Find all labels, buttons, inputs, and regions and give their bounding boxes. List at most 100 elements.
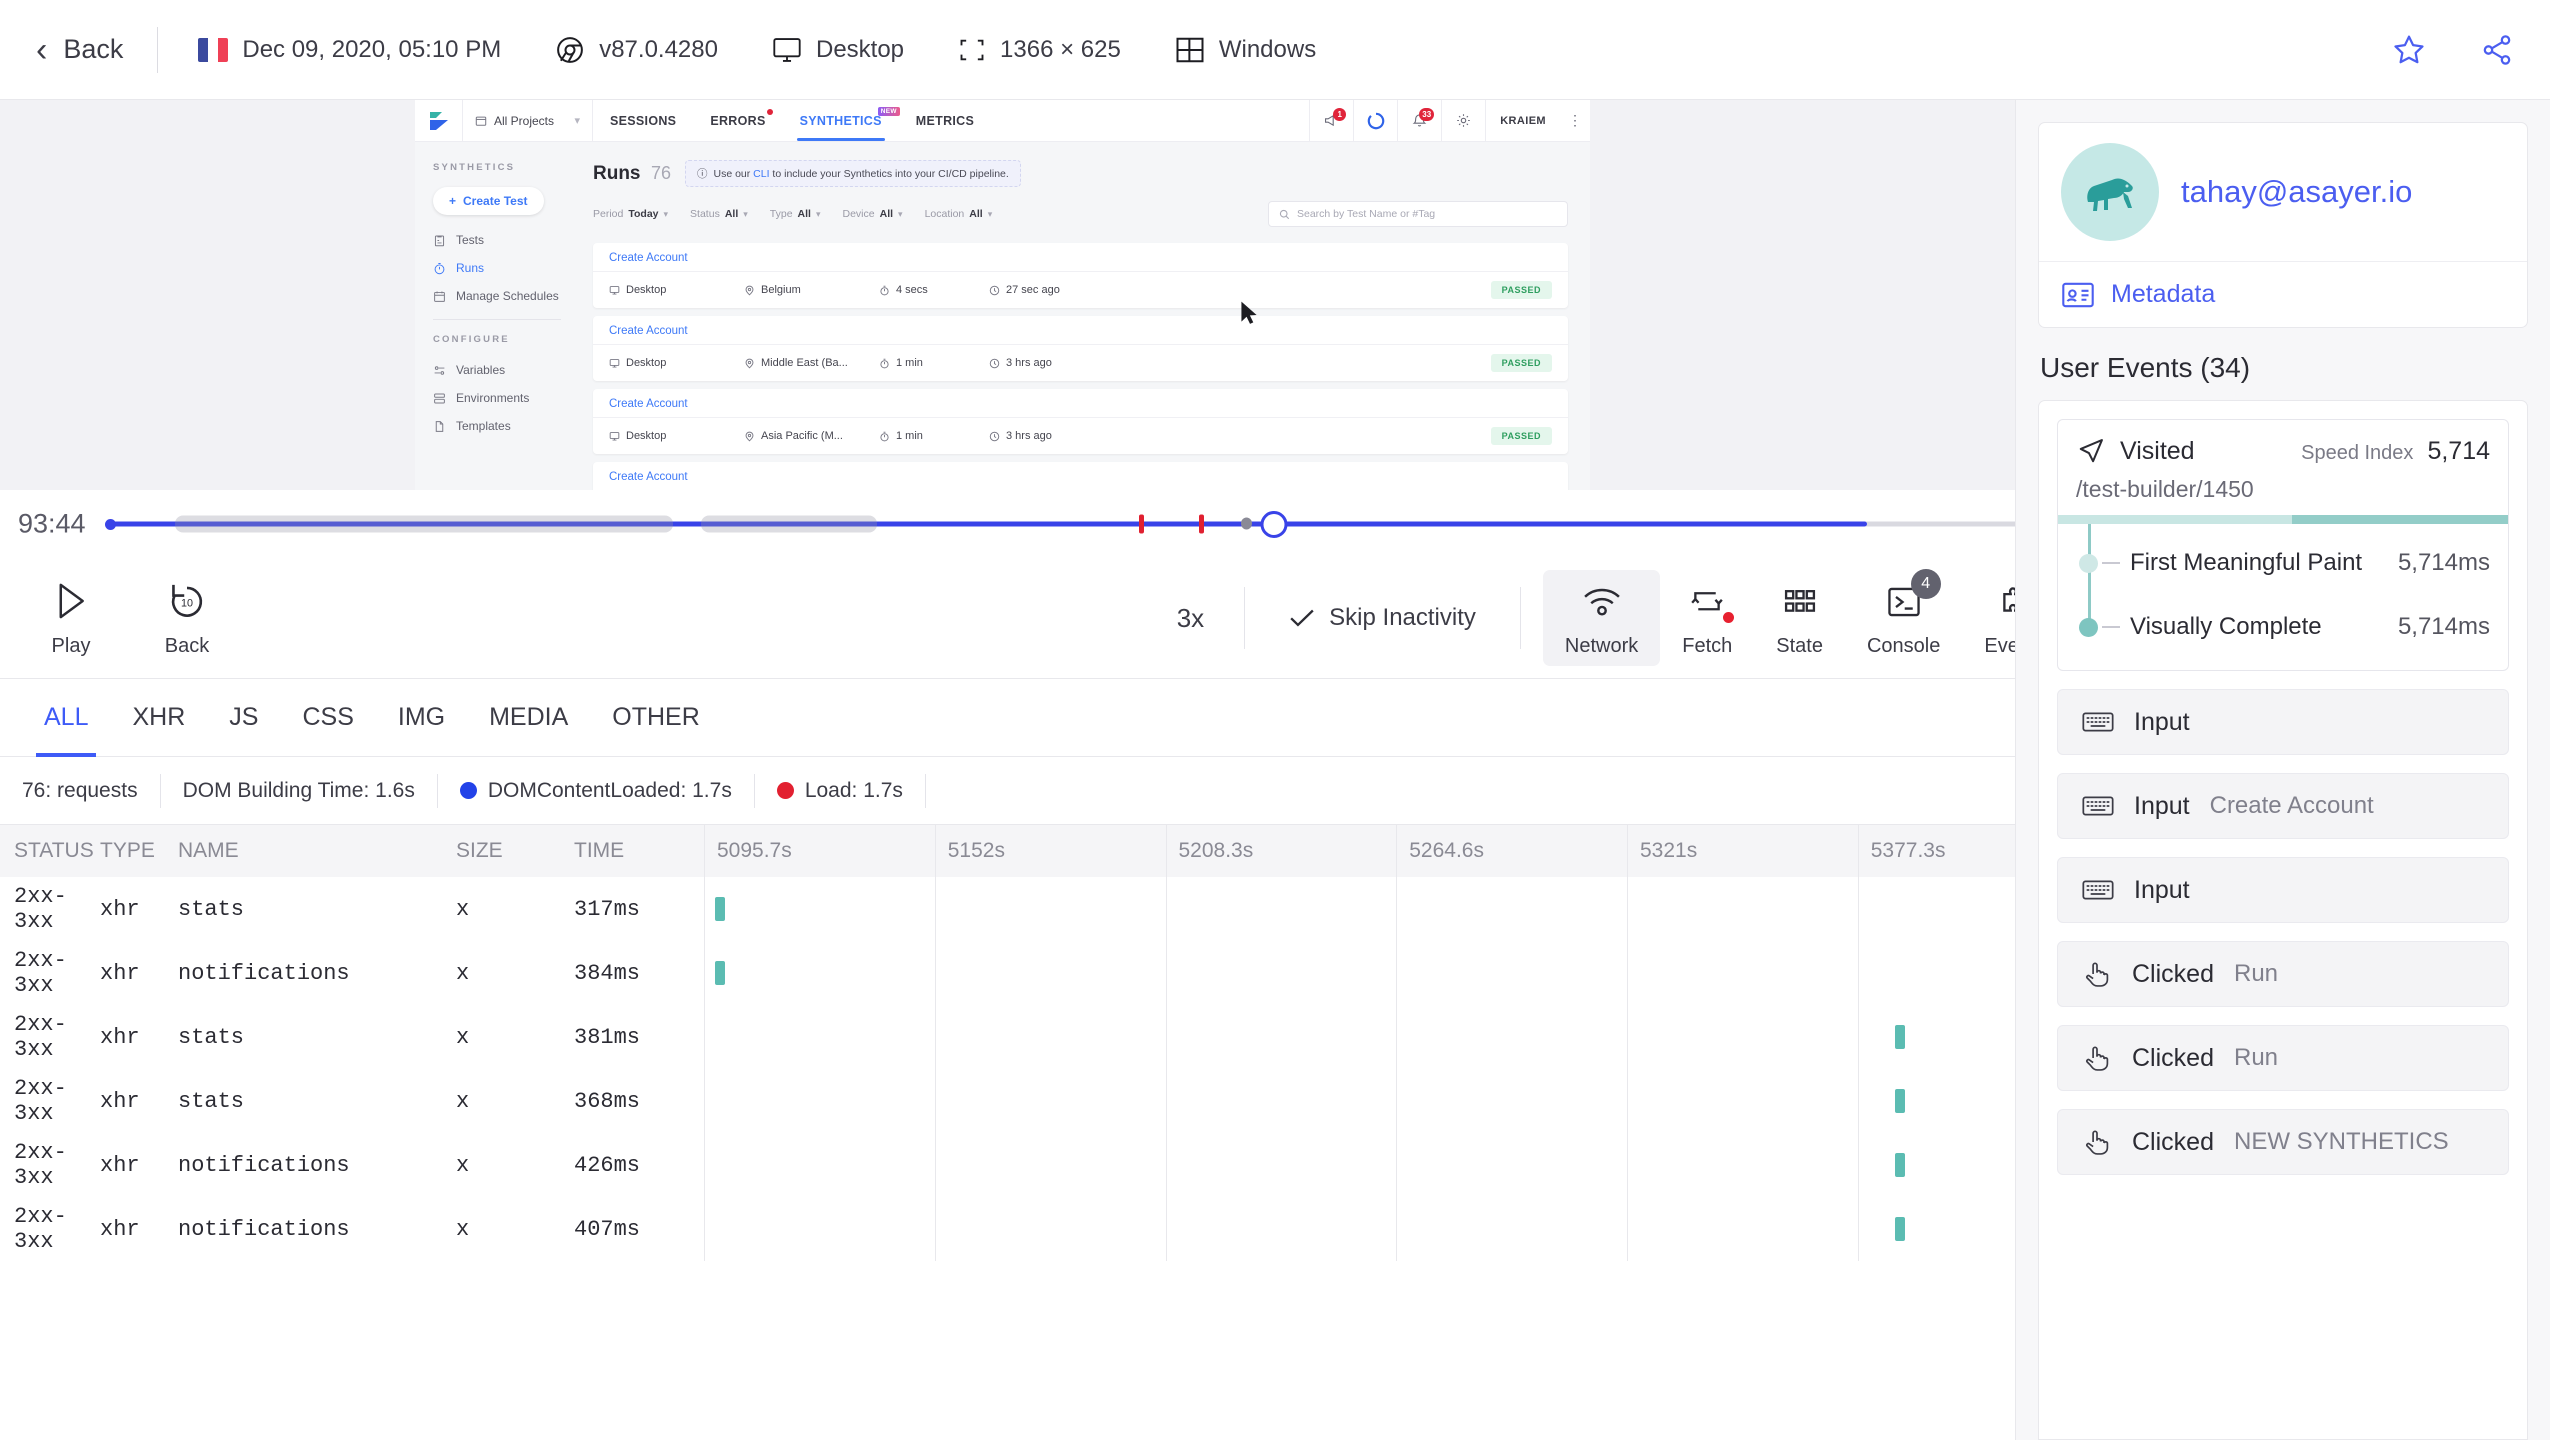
- console-count-badge: 4: [1910, 568, 1941, 599]
- waterfall-cell: [1627, 877, 1858, 941]
- filter-location[interactable]: Location All ▾: [925, 208, 993, 220]
- create-test-button[interactable]: + Create Test: [433, 187, 544, 215]
- list-item[interactable]: Clicked NEW SYNTHETICS: [2057, 1109, 2509, 1175]
- tab-network[interactable]: Network: [1542, 570, 1661, 666]
- event-type: Clicked: [2132, 959, 2214, 988]
- more-options-icon[interactable]: ⋮: [1560, 100, 1590, 141]
- filter-status[interactable]: Status All ▾: [690, 208, 748, 220]
- network-tab-all[interactable]: ALL: [22, 679, 110, 757]
- time-tick: 5152s: [934, 825, 1166, 877]
- filter-location-label: Location: [924, 208, 965, 220]
- cell-time: 381ms: [574, 1024, 641, 1050]
- notifications-button[interactable]: 33: [1397, 100, 1441, 141]
- run-location-label: Belgium: [761, 284, 801, 296]
- run-name[interactable]: Create Account: [593, 243, 1568, 272]
- sidebar-section-synthetics: SYNTHETICS: [433, 162, 516, 173]
- tab-console[interactable]: 4 Console: [1845, 568, 1962, 666]
- filter-period[interactable]: Period Today ▾: [593, 208, 668, 220]
- announcements-button[interactable]: 1: [1309, 100, 1353, 141]
- skip-inactivity-toggle[interactable]: Skip Inactivity: [1289, 604, 1476, 632]
- sidebar-item-variables[interactable]: Variables: [433, 363, 579, 377]
- table-row[interactable]: Create Account Desktop Asia Pacific (M..…: [593, 389, 1568, 454]
- cell-type: xhr: [100, 1152, 140, 1178]
- cell-name: stats: [178, 1024, 245, 1050]
- filter-type[interactable]: Type All ▾: [770, 208, 821, 220]
- cli-link[interactable]: CLI: [753, 168, 769, 180]
- timeline-event-marker[interactable]: [1199, 514, 1205, 534]
- list-item[interactable]: Input: [2057, 689, 2509, 755]
- timeline-event-marker[interactable]: [1241, 517, 1253, 530]
- network-tab-js[interactable]: JS: [207, 679, 280, 756]
- cell-name: notifications: [178, 1216, 350, 1242]
- browser-version-label: v87.0.4280: [599, 35, 718, 63]
- settings-gear-icon[interactable]: [1441, 100, 1485, 141]
- cell-time: 317ms: [574, 896, 641, 922]
- avatar: [2061, 143, 2159, 241]
- column-name: NAME: [178, 839, 239, 862]
- app-body: SYNTHETICS + Create Test Tests Runs Mana…: [415, 142, 1590, 490]
- metadata-button[interactable]: Metadata: [2039, 262, 2527, 327]
- network-tab-css[interactable]: CSS: [280, 679, 375, 756]
- resolution-label: 1366 × 625: [1000, 35, 1121, 63]
- filter-period-value: Today: [628, 208, 659, 220]
- network-tab-img[interactable]: IMG: [376, 679, 467, 756]
- runs-search-input[interactable]: Search by Test Name or #Tag: [1268, 201, 1568, 227]
- table-row[interactable]: Create Account Desktop Middle East (Ba..…: [593, 316, 1568, 381]
- tab-synthetics[interactable]: SYNTHETICS NEW: [783, 100, 900, 141]
- playback-speed-button[interactable]: 3x: [1177, 603, 1204, 634]
- timeline-scrubber-handle[interactable]: [1260, 510, 1288, 538]
- tab-sessions[interactable]: SESSIONS: [593, 100, 693, 141]
- sidebar-item-manage-schedules[interactable]: Manage Schedules: [433, 289, 579, 303]
- list-item[interactable]: Input Create Account: [2057, 773, 2509, 839]
- user-menu[interactable]: KRAIEM: [1485, 100, 1560, 141]
- event-value: NEW SYNTHETICS: [2233, 1128, 2449, 1155]
- list-item[interactable]: Input: [2057, 857, 2509, 923]
- filter-device[interactable]: Device All ▾: [843, 208, 903, 220]
- run-name[interactable]: Create Account: [593, 462, 1568, 490]
- metric-value: 5,714ms: [2397, 549, 2490, 576]
- sidebar-item-runs[interactable]: Runs: [433, 261, 579, 275]
- star-icon[interactable]: [2392, 33, 2426, 67]
- table-row[interactable]: Create Account Desktop US West (N. Cal..…: [593, 462, 1568, 490]
- status-badge: PASSED: [1490, 427, 1552, 445]
- run-name[interactable]: Create Account: [593, 316, 1568, 345]
- event-visited-card[interactable]: Visited Speed Index 5,714 /test-builder/…: [2057, 419, 2509, 671]
- session-date: Dec 09, 2020, 05:10 PM: [198, 36, 501, 64]
- user-events-list[interactable]: Visited Speed Index 5,714 /test-builder/…: [2038, 400, 2528, 1440]
- project-selector[interactable]: All Projects ▾: [463, 100, 593, 141]
- cell-type: xhr: [100, 1088, 140, 1114]
- time-tick: 5095.7s: [704, 825, 935, 877]
- share-icon[interactable]: [2480, 33, 2514, 67]
- france-flag-icon: [198, 37, 229, 62]
- environments-icon: [433, 392, 446, 405]
- waterfall-cell: [704, 941, 935, 1005]
- timeline-event-marker[interactable]: [1139, 514, 1145, 534]
- run-details: Desktop Asia Pacific (M... 1 min 3 hrs a…: [593, 418, 1568, 454]
- network-tab-media-label: MEDIA: [489, 703, 569, 731]
- cell-name: notifications: [178, 960, 350, 986]
- sidebar-item-templates[interactable]: Templates: [433, 419, 579, 433]
- search-icon: [1279, 209, 1290, 220]
- tab-state[interactable]: State: [1754, 570, 1845, 666]
- user-email[interactable]: tahay@asayer.io: [2181, 174, 2412, 210]
- back-button[interactable]: ‹ Back: [36, 33, 157, 67]
- back-button-label: Back: [63, 34, 124, 64]
- speed-index-label: Speed Index: [2301, 441, 2414, 464]
- sidebar-item-tests[interactable]: Tests: [433, 233, 579, 247]
- network-tab-media[interactable]: MEDIA: [467, 679, 590, 756]
- play-button[interactable]: Play: [34, 578, 108, 658]
- skip-inactivity-label: Skip Inactivity: [1329, 604, 1476, 631]
- run-name[interactable]: Create Account: [593, 389, 1568, 418]
- table-row[interactable]: Create Account Desktop Belgium 4 secs 27…: [593, 243, 1568, 308]
- sidebar-item-environments[interactable]: Environments: [433, 391, 579, 405]
- list-item[interactable]: Clicked Run: [2057, 1025, 2509, 1091]
- tab-metrics[interactable]: METRICS: [899, 100, 991, 141]
- network-tab-other[interactable]: OTHER: [590, 679, 722, 756]
- metric-visually-complete: Visually Complete 5,714ms: [2076, 604, 2490, 650]
- network-tab-xhr[interactable]: XHR: [110, 679, 207, 756]
- list-item[interactable]: Clicked Run: [2057, 941, 2509, 1007]
- tab-fetch[interactable]: Fetch: [1660, 570, 1754, 666]
- cell-size: x: [456, 1024, 470, 1050]
- back-10-button[interactable]: 10 Back: [150, 578, 224, 658]
- tab-errors[interactable]: ERRORS: [693, 100, 782, 141]
